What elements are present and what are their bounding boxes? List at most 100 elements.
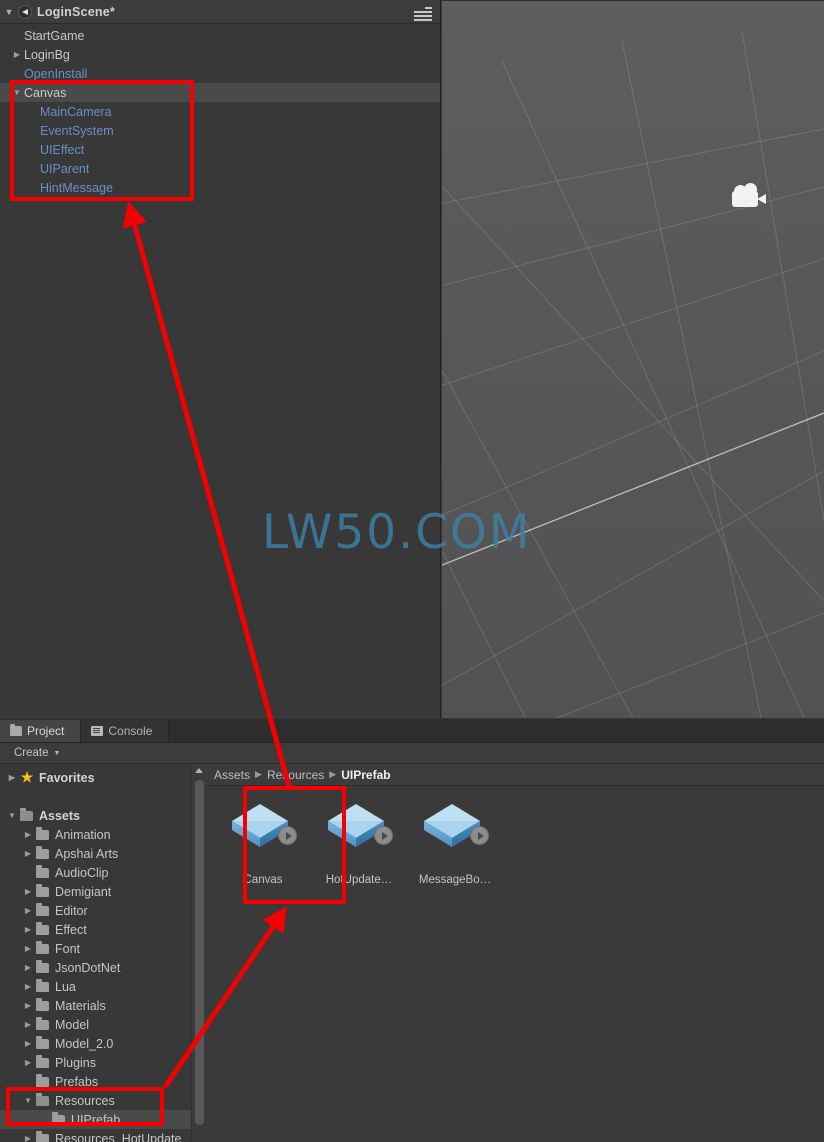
- prefab-expand-icon[interactable]: [374, 826, 393, 845]
- chevron-right-icon[interactable]: ▶: [20, 887, 36, 896]
- folder-icon: [36, 906, 49, 916]
- tree-item-label: Effect: [55, 923, 87, 937]
- folder-icon: [36, 849, 49, 859]
- unity-editor-window: ▼ LoginScene* StartGame▶LoginBg OpenInsta…: [0, 0, 824, 1142]
- tree-item-resources-hotupdate[interactable]: ▶Resources_HotUpdate: [0, 1129, 206, 1142]
- tree-item-favorites[interactable]: ▶★Favorites: [0, 768, 206, 787]
- tree-scrollbar[interactable]: [191, 764, 206, 1142]
- chevron-right-icon[interactable]: ▶: [20, 906, 36, 915]
- folder-icon: [36, 1001, 49, 1011]
- tree-item-demigiant[interactable]: ▶ Demigiant: [0, 882, 206, 901]
- scroll-up-icon[interactable]: [195, 768, 203, 773]
- tree-item-uiprefab[interactable]: UIPrefab: [0, 1110, 206, 1129]
- chevron-right-icon[interactable]: ▶: [20, 963, 36, 972]
- tree-item-model-2-0[interactable]: ▶Model_2.0: [0, 1034, 206, 1053]
- folder-icon: [36, 1058, 49, 1068]
- hierarchy-list: StartGame▶LoginBg OpenInstall ▼Canvas MainC…: [0, 24, 440, 197]
- options-menu-icon[interactable]: [414, 7, 432, 18]
- hierarchy-item-label: OpenInstall: [24, 67, 87, 81]
- tree-item-label: Resources: [55, 1094, 115, 1108]
- hierarchy-item-uieffect[interactable]: UIEffect: [0, 140, 440, 159]
- asset-item[interactable]: MessageBo…: [412, 798, 498, 886]
- hierarchy-item-openinstall[interactable]: OpenInstall: [0, 64, 440, 83]
- asset-item[interactable]: HotUpdate…: [316, 798, 402, 886]
- scrollbar-thumb[interactable]: [195, 780, 204, 1125]
- chevron-right-icon[interactable]: ▶: [20, 982, 36, 991]
- tree-item-prefabs[interactable]: Prefabs: [0, 1072, 206, 1091]
- create-button[interactable]: Create ▼: [8, 746, 66, 760]
- chevron-right-icon[interactable]: ▶: [20, 944, 36, 953]
- tree-item-model[interactable]: ▶Model: [0, 1015, 206, 1034]
- hierarchy-item-startgame[interactable]: StartGame: [0, 26, 440, 45]
- chevron-right-icon[interactable]: ▶: [20, 1001, 36, 1010]
- scene-name-label: LoginScene*: [37, 5, 115, 19]
- chevron-down-icon[interactable]: ▼: [20, 1096, 36, 1105]
- hierarchy-item-loginbg[interactable]: ▶LoginBg: [0, 45, 440, 64]
- tree-item-label: Lua: [55, 980, 76, 994]
- project-folder-tree: ▶★Favorites▼Assets▶Animation▶Apshai Arts…: [0, 764, 206, 1142]
- tree-item-font[interactable]: ▶Font: [0, 939, 206, 958]
- chevron-right-icon[interactable]: ▶: [20, 1020, 36, 1029]
- tab-console[interactable]: Console: [81, 720, 169, 742]
- chevron-right-icon[interactable]: ▶: [4, 773, 20, 782]
- chevron-right-icon[interactable]: ▶: [20, 925, 36, 934]
- tree-item-label: JsonDotNet: [55, 961, 120, 975]
- folder-icon: [36, 982, 49, 992]
- chevron-right-icon[interactable]: ▶: [20, 1134, 36, 1142]
- hierarchy-item-eventsystem[interactable]: EventSystem: [0, 121, 440, 140]
- chevron-right-icon[interactable]: ▶: [20, 1058, 36, 1067]
- camera-gizmo-icon[interactable]: [732, 183, 772, 209]
- tree-spacer: [0, 787, 206, 806]
- hierarchy-item-uiparent[interactable]: UIParent: [0, 159, 440, 178]
- tree-item-lua[interactable]: ▶ Lua: [0, 977, 206, 996]
- hierarchy-item-label: MainCamera: [40, 105, 112, 119]
- folder-icon: [36, 1096, 49, 1106]
- hierarchy-item-label: HintMessage: [40, 181, 113, 195]
- breadcrumb-assets[interactable]: Assets: [214, 768, 250, 782]
- folder-icon: [36, 925, 49, 935]
- tab-project[interactable]: Project: [0, 720, 81, 742]
- folder-icon: [36, 868, 49, 878]
- breadcrumb-resources[interactable]: Resources: [267, 768, 324, 782]
- chevron-right-icon[interactable]: ▶: [20, 830, 36, 839]
- hierarchy-item-maincamera[interactable]: MainCamera: [0, 102, 440, 121]
- hierarchy-item-canvas[interactable]: ▼Canvas: [0, 83, 440, 102]
- tree-item-materials[interactable]: ▶Materials: [0, 996, 206, 1015]
- tree-item-label: Demigiant: [55, 885, 111, 899]
- folder-icon: [20, 811, 33, 821]
- chevron-right-icon[interactable]: ▶: [10, 50, 24, 59]
- breadcrumb-current: UIPrefab: [341, 768, 390, 782]
- hierarchy-item-hintmessage[interactable]: HintMessage: [0, 178, 440, 197]
- tree-item-jsondotnet[interactable]: ▶ JsonDotNet: [0, 958, 206, 977]
- folder-icon: [36, 1020, 49, 1030]
- scene-view[interactable]: [442, 0, 824, 718]
- chevron-right-icon[interactable]: ▶: [20, 1039, 36, 1048]
- tree-item-assets[interactable]: ▼Assets: [0, 806, 206, 825]
- tree-item-plugins[interactable]: ▶Plugins: [0, 1053, 206, 1072]
- project-body: ▶★Favorites▼Assets▶Animation▶Apshai Arts…: [0, 764, 824, 1142]
- hierarchy-item-label: UIEffect: [40, 143, 84, 157]
- tree-item-label: Apshai Arts: [55, 847, 118, 861]
- console-icon: [91, 726, 103, 736]
- tree-item-label: UIPrefab: [71, 1113, 120, 1127]
- asset-grid: CanvasHotUpdate…MessageBo…: [206, 786, 824, 886]
- chevron-down-icon[interactable]: ▼: [4, 811, 20, 820]
- star-icon: ★: [20, 771, 34, 784]
- tree-item-animation[interactable]: ▶Animation: [0, 825, 206, 844]
- asset-item[interactable]: Canvas: [220, 798, 306, 886]
- tree-item-apshai-arts[interactable]: ▶ Apshai Arts: [0, 844, 206, 863]
- folder-icon: [10, 726, 22, 736]
- chevron-down-icon[interactable]: ▼: [10, 88, 24, 97]
- scene-foldout-icon[interactable]: ▼: [0, 0, 18, 24]
- tree-item-audioclip[interactable]: AudioClip: [0, 863, 206, 882]
- breadcrumb: Assets ▶ Resources ▶ UIPrefab: [206, 764, 824, 786]
- tree-item-editor[interactable]: ▶Editor: [0, 901, 206, 920]
- breadcrumb-separator-icon: ▶: [255, 769, 262, 780]
- prefab-expand-icon[interactable]: [278, 826, 297, 845]
- hierarchy-panel: ▼ LoginScene* StartGame▶LoginBg OpenInsta…: [0, 0, 441, 718]
- tree-item-effect[interactable]: ▶ Effect: [0, 920, 206, 939]
- tree-item-resources[interactable]: ▼ Resources: [0, 1091, 206, 1110]
- prefab-expand-icon[interactable]: [470, 826, 489, 845]
- breadcrumb-separator-icon: ▶: [329, 769, 336, 780]
- chevron-right-icon[interactable]: ▶: [20, 849, 36, 858]
